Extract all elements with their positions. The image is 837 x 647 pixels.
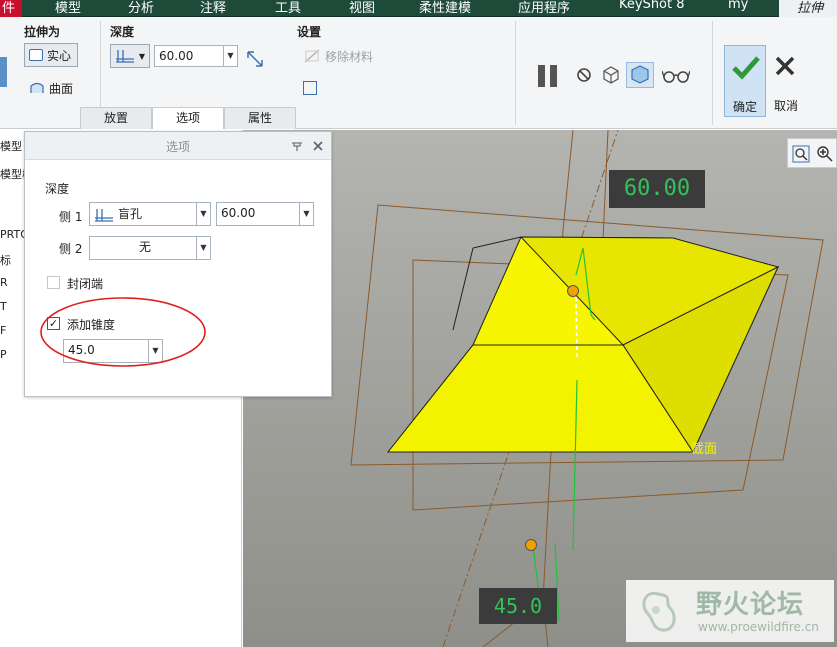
side2-label: 侧 2 [59,242,83,256]
tab-options[interactable]: 选项 [152,107,224,129]
depth-type-dropdown[interactable]: ▼ [110,44,150,68]
tree-item-4[interactable]: F [0,324,6,337]
options-panel: 选项 深度 侧 1 盲孔 ▼ 60.00 ▼ 侧 2 无 ▼ 封闭端 ✓ 添加锥… [24,131,332,397]
graphics-viewport[interactable]: 60.00 45.0 截面 [243,130,837,647]
blind-depth-icon [116,50,134,63]
zoom-to-fit-icon[interactable] [792,145,810,163]
tree-item-1[interactable]: 标 [0,252,11,268]
menu-model[interactable]: 模型 [55,0,81,16]
surface-button[interactable]: 曲面 [24,77,84,99]
remove-material-button[interactable]: 移除材料 [298,45,378,67]
chevron-down-icon[interactable]: ▼ [196,203,210,225]
side1-value-input[interactable]: 60.00 ▼ [216,202,314,226]
ribbon-scroll-left[interactable] [0,57,7,87]
chevron-down-icon: ▼ [138,51,145,61]
flip-direction-icon[interactable] [245,49,265,69]
tree-item-2[interactable]: R [0,276,8,289]
menu-view[interactable]: 视图 [349,0,375,16]
menu-extrude-tab[interactable]: 拉伸 [779,0,837,17]
pause-icon[interactable] [538,65,560,87]
watermark: 野火论坛 www.proewildfire.cn [626,580,834,642]
solid-button[interactable]: 实心 [24,43,78,67]
chevron-down-icon[interactable]: ▼ [196,237,210,259]
ribbon-separator [712,21,713,125]
depth-label: 深度 [110,25,135,39]
tree-header-model[interactable]: 模型 [0,138,22,154]
checkmark-icon [732,56,760,80]
menu-file[interactable]: 件 [0,0,22,17]
tab-placement[interactable]: 放置 [80,107,152,129]
extrude-as-label: 拉伸为 [24,25,61,39]
ribbon-separator [515,21,516,125]
side2-type-dropdown[interactable]: 无 ▼ [89,236,211,260]
depth-section-label: 深度 [45,182,70,196]
capped-ends-label: 封闭端 [67,277,104,291]
cancel-label: 取消 [773,99,798,113]
side1-type-dropdown[interactable]: 盲孔 ▼ [89,202,211,226]
preview-icon [631,65,649,84]
cancel-button[interactable]: 取消 [768,45,804,117]
model-graphics [243,130,837,647]
verify-mode-icon[interactable] [600,65,622,85]
confirm-button[interactable]: 确定 [724,45,766,117]
glasses-icon[interactable] [662,65,690,85]
menu-flexible-modeling[interactable]: 柔性建模 [419,0,471,16]
watermark-url: www.proewildfire.cn [698,620,819,634]
side2-type-value: 无 [138,240,151,254]
solid-label: 实心 [47,48,72,63]
view-toolbar [787,138,837,168]
tree-item-5[interactable]: P [0,348,7,361]
settings-label: 设置 [297,25,322,39]
menu-analysis[interactable]: 分析 [128,0,154,16]
menu-annotate[interactable]: 注释 [200,0,226,16]
preview-geometry-button[interactable] [626,62,654,88]
chevron-down-icon[interactable]: ▼ [223,46,237,66]
options-panel-title: 选项 [165,140,190,154]
section-label: 截面 [691,442,718,457]
pin-icon[interactable] [291,141,303,151]
menu-applications[interactable]: 应用程序 [518,0,570,16]
thicken-icon[interactable] [303,81,317,95]
close-icon[interactable] [313,141,323,151]
solid-icon [29,49,43,61]
menu-keyshot[interactable]: KeyShot 8 [619,0,685,12]
blind-depth-icon [95,209,113,222]
menu-file-label: 件 [2,1,16,16]
highlight-circle [40,297,206,367]
menu-tools[interactable]: 工具 [275,0,301,16]
menu-extrude-label: 拉伸 [797,1,824,16]
tab-properties[interactable]: 属性 [224,107,296,129]
no-preview-icon[interactable] [576,67,592,83]
depth-value: 60.00 [159,49,194,63]
remove-material-icon [304,49,320,63]
depth-value-input[interactable]: 60.00 ▼ [154,45,238,67]
side1-type-value: 盲孔 [118,207,143,221]
side1-label: 侧 1 [59,210,83,224]
surface-label: 曲面 [49,81,74,96]
remove-material-label: 移除材料 [325,49,374,64]
confirm-label: 确定 [732,100,757,114]
options-panel-header: 选项 [25,132,331,160]
depth-dimension[interactable]: 60.00 [609,170,705,208]
menu-my[interactable]: my [728,0,748,12]
menu-bar: 件 模型 分析 注释 工具 视图 柔性建模 应用程序 KeyShot 8 my … [0,0,837,17]
ribbon: 拉伸为 实心 曲面 深度 ▼ 60.00 ▼ 设置 移除材料 确定 取消 放置 … [0,17,837,129]
close-icon [775,56,795,76]
surface-icon [30,82,44,93]
side1-value: 60.00 [221,206,256,220]
tree-item-3[interactable]: T [0,300,7,313]
chevron-down-icon[interactable]: ▼ [299,203,313,225]
taper-dimension[interactable]: 45.0 [479,588,557,624]
watermark-title: 野火论坛 [696,590,805,620]
capped-ends-checkbox[interactable] [47,276,60,289]
zoom-in-icon[interactable] [816,145,834,163]
forum-logo-icon [642,591,676,632]
